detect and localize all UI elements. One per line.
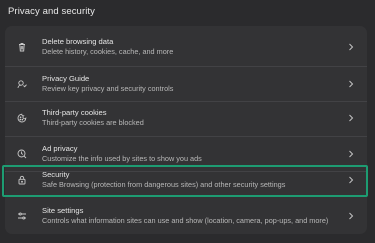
row-subtitle: Customize the info used by sites to show… [42,154,202,163]
row-subtitle: Controls what information sites can use … [42,216,329,225]
chevron-right-icon [345,80,357,88]
privacy-guide-icon [10,79,34,89]
privacy-guide-row[interactable]: Privacy Guide Review key privacy and sec… [5,67,367,100]
row-subtitle: Third-party cookies are blocked [42,118,144,127]
row-subtitle: Review key privacy and security controls [42,83,174,93]
chevron-right-icon [345,212,357,220]
row-title: Privacy Guide [42,73,90,83]
row-subtitle: Safe Browsing (protection from dangerous… [42,180,286,189]
delete-browsing-data-row[interactable]: Delete browsing data Delete history, coo… [5,33,367,60]
row-title: Security [42,170,70,179]
row-subtitle: Delete history, cookies, cache, and more [42,46,174,56]
chevron-right-icon [345,114,357,122]
trash-icon [10,42,34,52]
cookie-icon [10,113,34,123]
chevron-right-icon [345,43,357,51]
chevron-right-icon [345,150,357,158]
section-title: Privacy and security [8,6,96,17]
site-settings-row[interactable]: Site settings Controls what information … [5,201,367,231]
row-title: Ad privacy [42,144,78,153]
privacy-security-card: Delete browsing data Delete history, coo… [2,26,368,234]
row-title: Site settings [42,206,84,215]
chevron-right-icon [345,176,357,184]
security-row[interactable]: Security Safe Browsing (protection from … [5,166,367,194]
third-party-cookies-row[interactable]: Third-party cookies Third-party cookies … [5,102,367,134]
sliders-icon [10,211,34,221]
row-title: Delete browsing data [42,36,114,46]
row-title: Third-party cookies [42,108,107,117]
lock-icon [10,175,34,185]
ad-privacy-icon [10,149,34,159]
